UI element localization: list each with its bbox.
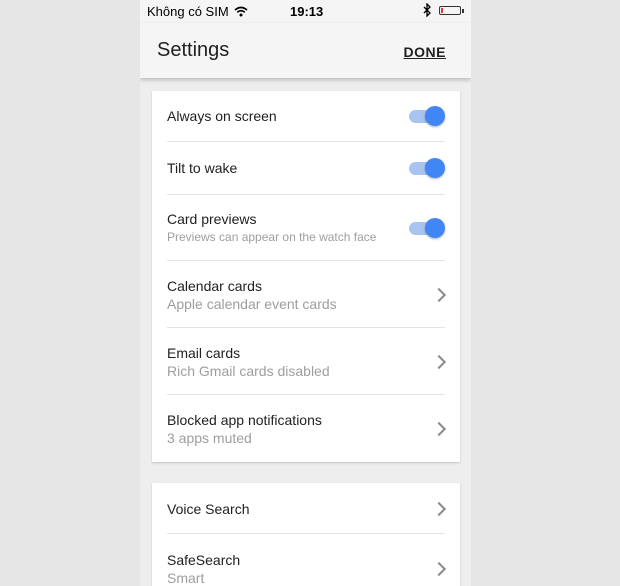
setting-row-voice-search[interactable]: Voice Search [152, 483, 460, 534]
toggle-thumb [425, 158, 445, 178]
setting-sublabel: Smart [167, 570, 205, 586]
always-on-screen-toggle[interactable] [409, 106, 445, 126]
phone-screen: Không có SIM 19:13 Settings DONE Always … [140, 0, 471, 586]
chevron-right-icon [431, 287, 447, 303]
chevron-right-icon [431, 501, 447, 517]
carrier-label: Không có SIM [147, 4, 229, 19]
setting-label: Card previews [167, 211, 257, 227]
setting-label: Always on screen [167, 108, 277, 124]
status-time: 19:13 [290, 4, 324, 19]
battery-level [441, 8, 443, 13]
toggle-thumb [425, 106, 445, 126]
setting-label: Tilt to wake [167, 160, 238, 176]
bluetooth-icon [423, 2, 432, 20]
tilt-to-wake-toggle[interactable] [409, 158, 445, 178]
setting-label: SafeSearch [167, 552, 241, 568]
setting-row-email-cards[interactable]: Email cards Rich Gmail cards disabled [152, 328, 460, 395]
card-previews-toggle[interactable] [409, 218, 445, 238]
chevron-right-icon [431, 421, 447, 437]
battery-icon [439, 6, 464, 15]
setting-sublabel: 3 apps muted [167, 430, 252, 446]
setting-row-tilt-to-wake[interactable]: Tilt to wake [152, 142, 460, 195]
setting-label: Email cards [167, 345, 241, 361]
settings-card-watch: Always on screen Tilt to wake Card previ… [152, 91, 460, 462]
setting-label: Calendar cards [167, 278, 262, 294]
setting-sublabel: Previews can appear on the watch face [167, 230, 377, 244]
setting-sublabel: Apple calendar event cards [167, 296, 337, 312]
setting-row-calendar-cards[interactable]: Calendar cards Apple calendar event card… [152, 261, 460, 328]
page-title: Settings [157, 39, 230, 61]
done-button[interactable]: DONE [404, 44, 446, 60]
setting-row-safesearch[interactable]: SafeSearch Smart [152, 534, 460, 586]
setting-label: Voice Search [167, 501, 250, 517]
wifi-icon [234, 5, 248, 20]
chevron-right-icon [431, 561, 447, 577]
setting-row-blocked-app-notifications[interactable]: Blocked app notifications 3 apps muted [152, 395, 460, 462]
setting-sublabel: Rich Gmail cards disabled [167, 363, 330, 379]
app-bar: Settings DONE [140, 23, 471, 78]
toggle-thumb [425, 218, 445, 238]
settings-card-search: Voice Search SafeSearch Smart [152, 483, 460, 586]
chevron-right-icon [431, 354, 447, 370]
setting-row-always-on-screen[interactable]: Always on screen [152, 91, 460, 142]
status-bar: Không có SIM 19:13 [140, 0, 471, 23]
setting-row-card-previews[interactable]: Card previews Previews can appear on the… [152, 195, 460, 261]
setting-label: Blocked app notifications [167, 412, 322, 428]
